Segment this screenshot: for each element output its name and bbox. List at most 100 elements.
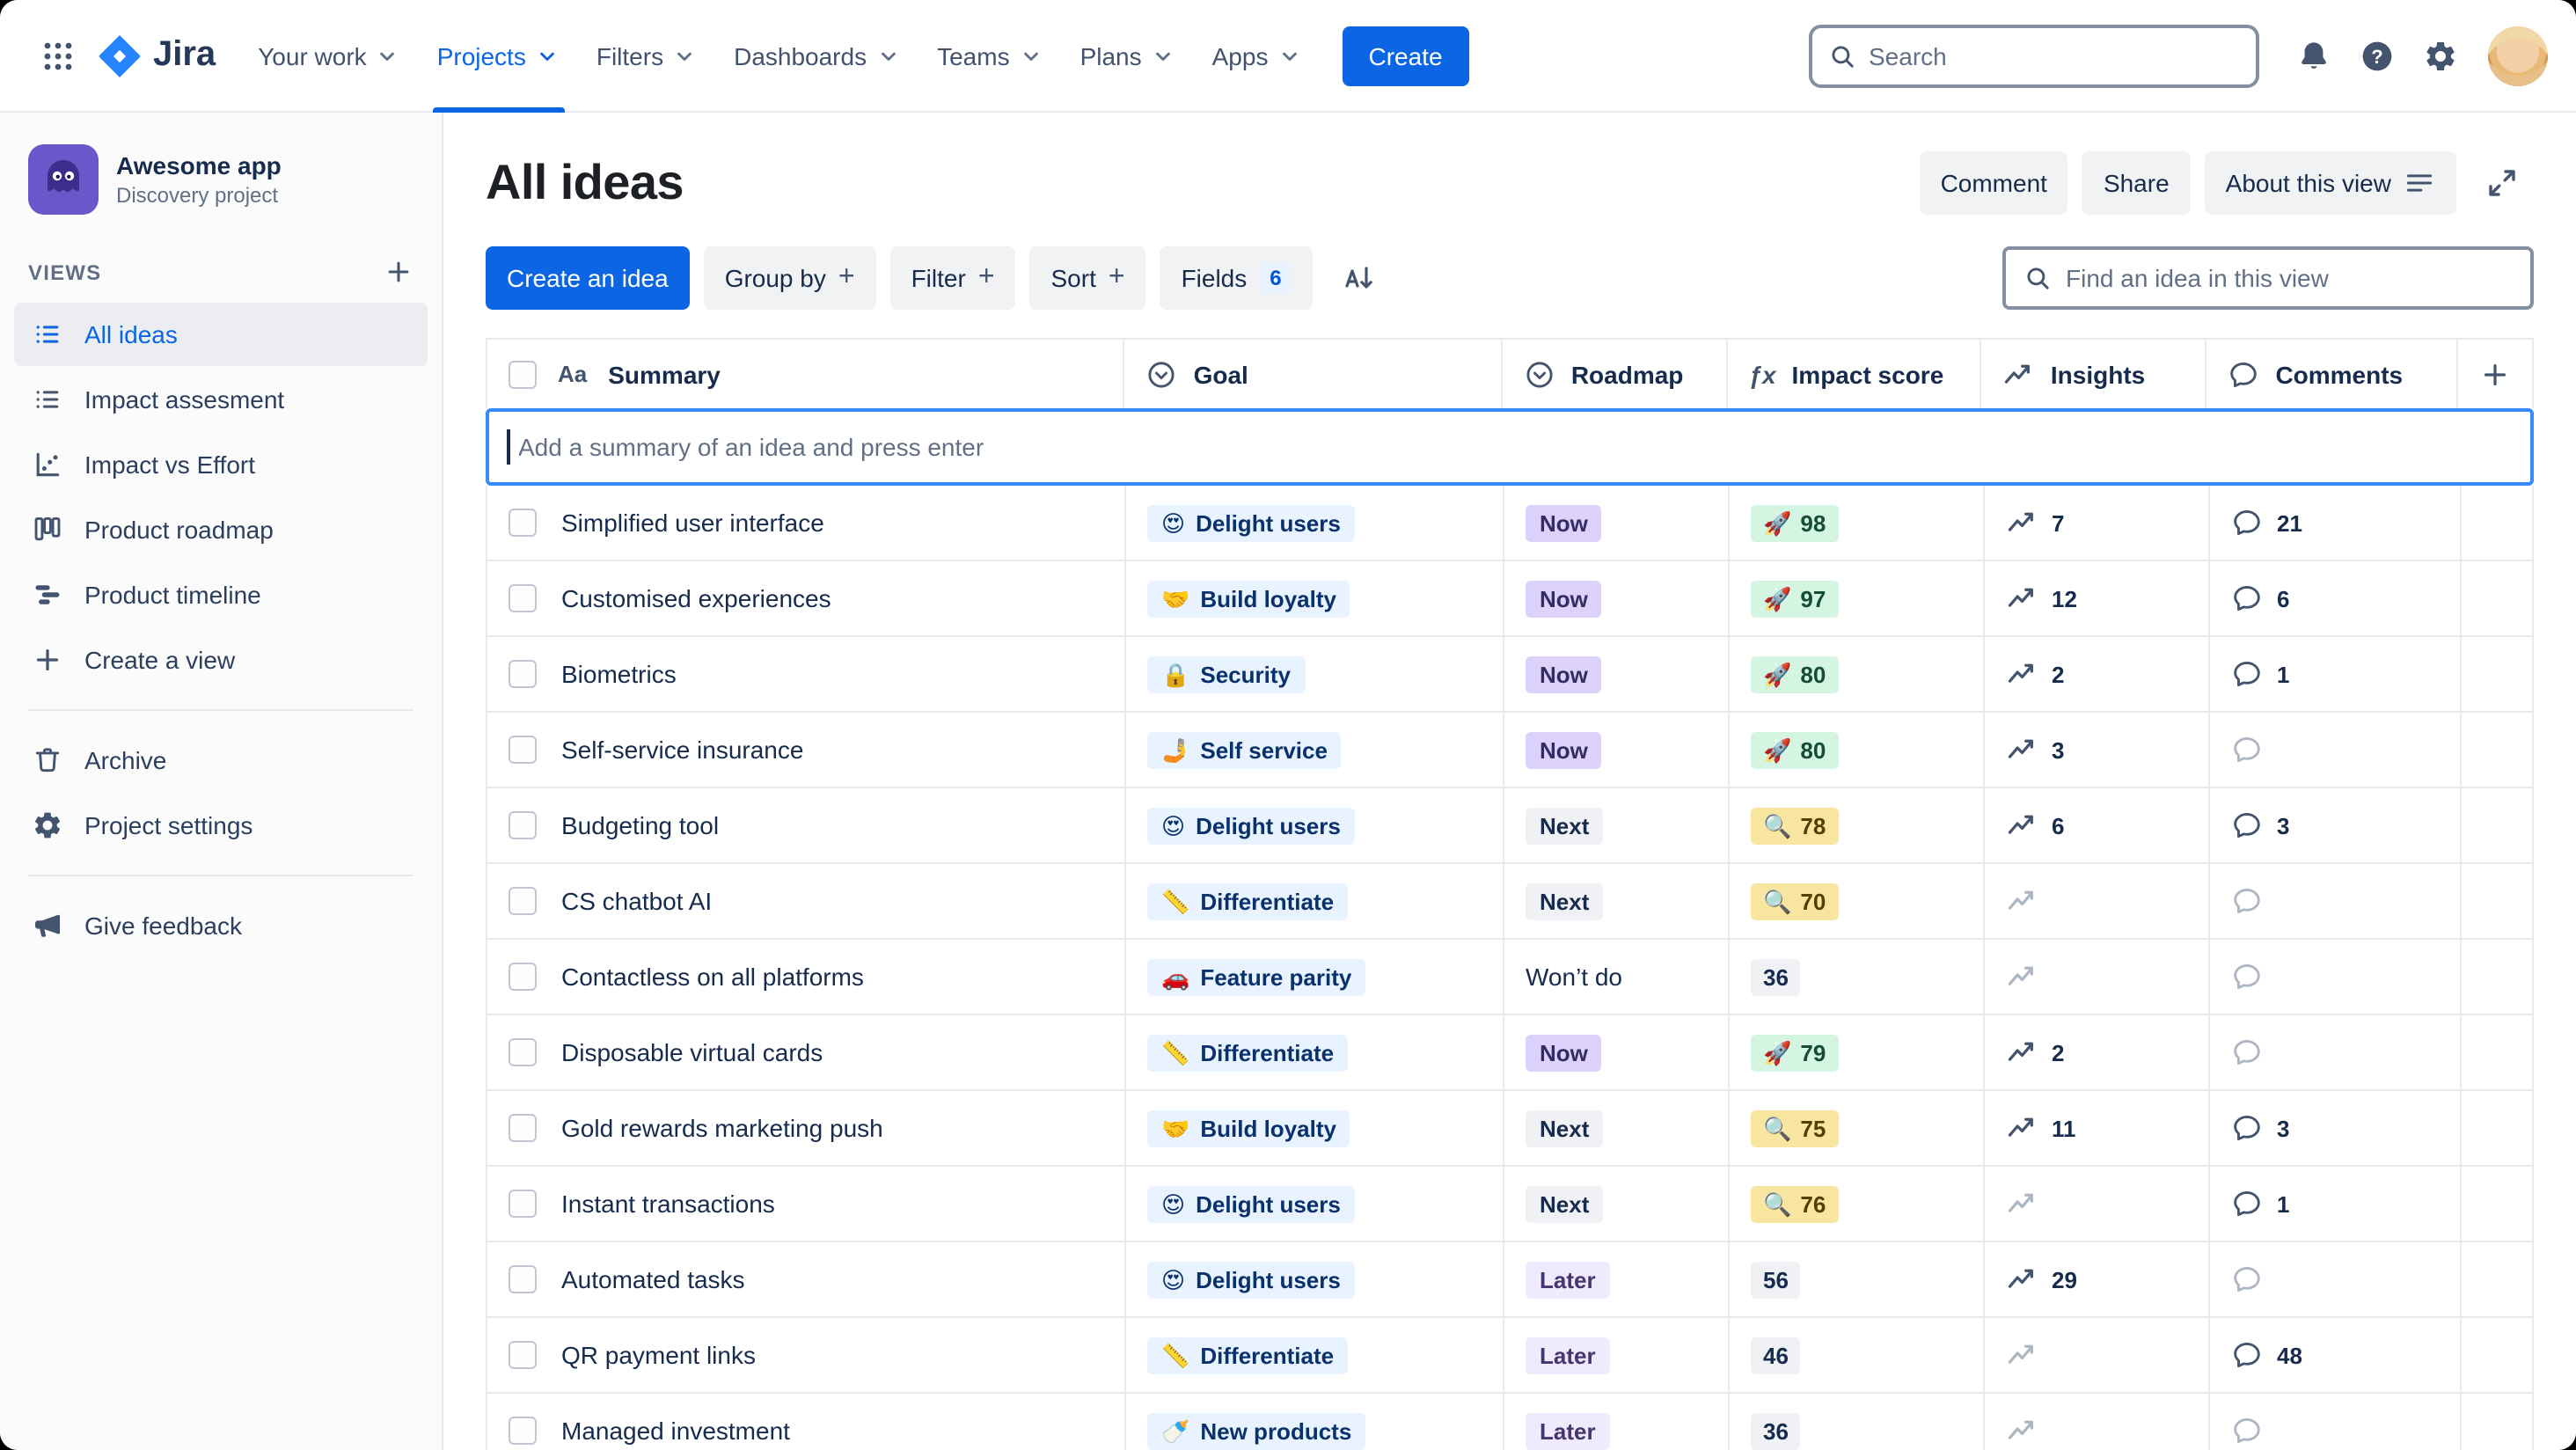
global-search-input[interactable]	[1869, 41, 2240, 70]
roadmap-chip[interactable]: Later	[1526, 1336, 1610, 1373]
roadmap-chip[interactable]: Next	[1526, 882, 1604, 919]
sidebar-item-all-ideas[interactable]: All ideas	[14, 303, 428, 366]
impact-chip[interactable]: 🚀 98	[1751, 504, 1839, 541]
row-checkbox[interactable]	[509, 963, 537, 991]
jira-logo[interactable]: Jira	[99, 34, 216, 77]
roadmap-chip[interactable]: Now	[1526, 731, 1602, 768]
row-checkbox[interactable]	[509, 1038, 537, 1066]
goal-chip[interactable]: 📏 Differentiate	[1147, 1034, 1349, 1071]
row-checkbox[interactable]	[509, 1341, 537, 1369]
goal-chip[interactable]: 🤳 Self service	[1147, 731, 1342, 768]
impact-chip[interactable]: 46	[1751, 1336, 1801, 1373]
idea-row[interactable]: Gold rewards marketing push 🤝 Build loyalt…	[486, 1091, 2534, 1167]
roadmap-chip[interactable]: Now	[1526, 1034, 1602, 1071]
add-idea-row[interactable]	[486, 408, 2534, 486]
nav-item-your-work[interactable]: Your work	[240, 0, 420, 112]
nav-item-apps[interactable]: Apps	[1195, 0, 1321, 112]
select-all-checkbox[interactable]	[509, 360, 537, 388]
add-field-button[interactable]	[2458, 340, 2534, 408]
idea-row[interactable]: Instant transactions 😍 Delight users Next 🔍 7…	[486, 1167, 2534, 1242]
idea-row[interactable]: Contactless on all platforms 🚗 Feature par…	[486, 940, 2534, 1015]
impact-chip[interactable]: 🔍 70	[1751, 882, 1839, 919]
nav-item-teams[interactable]: Teams	[919, 0, 1062, 112]
column-header-summary[interactable]: Aa Summary	[486, 340, 1125, 408]
impact-chip[interactable]: 56	[1751, 1261, 1801, 1298]
app-switcher-button[interactable]	[28, 26, 88, 85]
row-checkbox[interactable]	[509, 1190, 537, 1218]
impact-chip[interactable]: 🔍 75	[1751, 1109, 1839, 1146]
roadmap-chip[interactable]: Later	[1526, 1261, 1610, 1298]
bell-button[interactable]	[2284, 26, 2344, 85]
goal-chip[interactable]: 🚗 Feature parity	[1147, 958, 1366, 995]
roadmap-chip[interactable]: Now	[1526, 504, 1602, 541]
create-button[interactable]: Create	[1342, 26, 1469, 85]
idea-row[interactable]: Automated tasks 😍 Delight users Later 56 29	[486, 1242, 2534, 1318]
toolbar-fields-button[interactable]: Fields 6	[1160, 246, 1314, 310]
idea-row[interactable]: CS chatbot AI 📏 Differentiate Next 🔍 70	[486, 864, 2534, 940]
roadmap-chip[interactable]: Later	[1526, 1412, 1610, 1449]
row-checkbox[interactable]	[509, 1417, 537, 1445]
nav-item-filters[interactable]: Filters	[579, 0, 716, 112]
roadmap-chip[interactable]: Now	[1526, 580, 1602, 617]
sidebar-item-create-a-view[interactable]: Create a view	[14, 628, 428, 692]
goal-chip[interactable]: 😍 Delight users	[1147, 1261, 1355, 1298]
expand-view-button[interactable]	[2470, 151, 2534, 215]
row-checkbox[interactable]	[509, 736, 537, 764]
impact-chip[interactable]: 🚀 79	[1751, 1034, 1839, 1071]
toolbar-sort-button[interactable]: Sort +	[1029, 246, 1146, 310]
toolbar-filter-button[interactable]: Filter +	[889, 246, 1016, 310]
row-checkbox[interactable]	[509, 584, 537, 612]
row-checkbox[interactable]	[509, 1265, 537, 1293]
add-idea-input[interactable]	[518, 433, 2513, 461]
impact-chip[interactable]: 🚀 97	[1751, 580, 1839, 617]
goal-chip[interactable]: 📏 Differentiate	[1147, 882, 1349, 919]
impact-chip[interactable]: 🚀 80	[1751, 731, 1839, 768]
create-idea-button[interactable]: Create an idea	[486, 246, 690, 310]
column-header-insights[interactable]: Insights	[1982, 340, 2207, 408]
find-idea-input[interactable]	[2066, 264, 2513, 292]
nav-item-plans[interactable]: Plans	[1063, 0, 1195, 112]
impact-chip[interactable]: 🔍 78	[1751, 807, 1839, 844]
user-avatar[interactable]	[2488, 26, 2548, 85]
goal-chip[interactable]: 😍 Delight users	[1147, 807, 1355, 844]
global-search[interactable]	[1809, 24, 2259, 87]
goal-chip[interactable]: 🍼 New products	[1147, 1412, 1366, 1449]
goal-chip[interactable]: 🤝 Build loyalty	[1147, 580, 1350, 617]
idea-row[interactable]: Budgeting tool 😍 Delight users Next 🔍 78 6 3	[486, 788, 2534, 864]
sidebar-item-project-settings[interactable]: Project settings	[14, 794, 428, 857]
impact-chip[interactable]: 36	[1751, 1412, 1801, 1449]
goal-chip[interactable]: 😍 Delight users	[1147, 504, 1355, 541]
nav-item-projects[interactable]: Projects	[420, 0, 579, 112]
nav-item-dashboards[interactable]: Dashboards	[716, 0, 919, 112]
row-checkbox[interactable]	[509, 660, 537, 688]
impact-chip[interactable]: 36	[1751, 958, 1801, 995]
sidebar-item-archive[interactable]: Archive	[14, 729, 428, 792]
idea-row[interactable]: Managed investment 🍼 New products Later 36	[486, 1394, 2534, 1450]
column-header-roadmap[interactable]: Roadmap	[1503, 340, 1728, 408]
goal-chip[interactable]: 😍 Delight users	[1147, 1185, 1355, 1222]
comment-button[interactable]: Comment	[1919, 151, 2068, 215]
sidebar-item-impact-vs-effort[interactable]: Impact vs Effort	[14, 433, 428, 496]
impact-chip[interactable]: 🔍 76	[1751, 1185, 1839, 1222]
row-checkbox[interactable]	[509, 509, 537, 537]
roadmap-chip[interactable]: Next	[1526, 1109, 1604, 1146]
add-view-button[interactable]	[384, 257, 413, 287]
row-checkbox[interactable]	[509, 811, 537, 839]
project-header[interactable]: Awesome app Discovery project	[0, 113, 442, 229]
sidebar-item-product-roadmap[interactable]: Product roadmap	[14, 498, 428, 561]
idea-row[interactable]: Simplified user interface 😍 Delight users N…	[486, 486, 2534, 561]
sidebar-item-product-timeline[interactable]: Product timeline	[14, 563, 428, 626]
share-button[interactable]: Share	[2082, 151, 2191, 215]
goal-chip[interactable]: 🤝 Build loyalty	[1147, 1109, 1350, 1146]
find-idea-search[interactable]	[2002, 246, 2534, 310]
idea-row[interactable]: Customised experiences 🤝 Build loyalty Now 🚀…	[486, 561, 2534, 637]
idea-row[interactable]: Biometrics 🔒 Security Now 🚀 80 2 1	[486, 637, 2534, 713]
row-checkbox[interactable]	[509, 1114, 537, 1142]
sidebar-item-impact-assesment[interactable]: Impact assesment	[14, 368, 428, 431]
help-button[interactable]: ?	[2347, 26, 2407, 85]
sidebar-item-give-feedback[interactable]: Give feedback	[14, 894, 428, 957]
goal-chip[interactable]: 📏 Differentiate	[1147, 1336, 1349, 1373]
roadmap-chip[interactable]: Next	[1526, 1185, 1604, 1222]
goal-chip[interactable]: 🔒 Security	[1147, 655, 1305, 692]
roadmap-chip[interactable]: Now	[1526, 655, 1602, 692]
